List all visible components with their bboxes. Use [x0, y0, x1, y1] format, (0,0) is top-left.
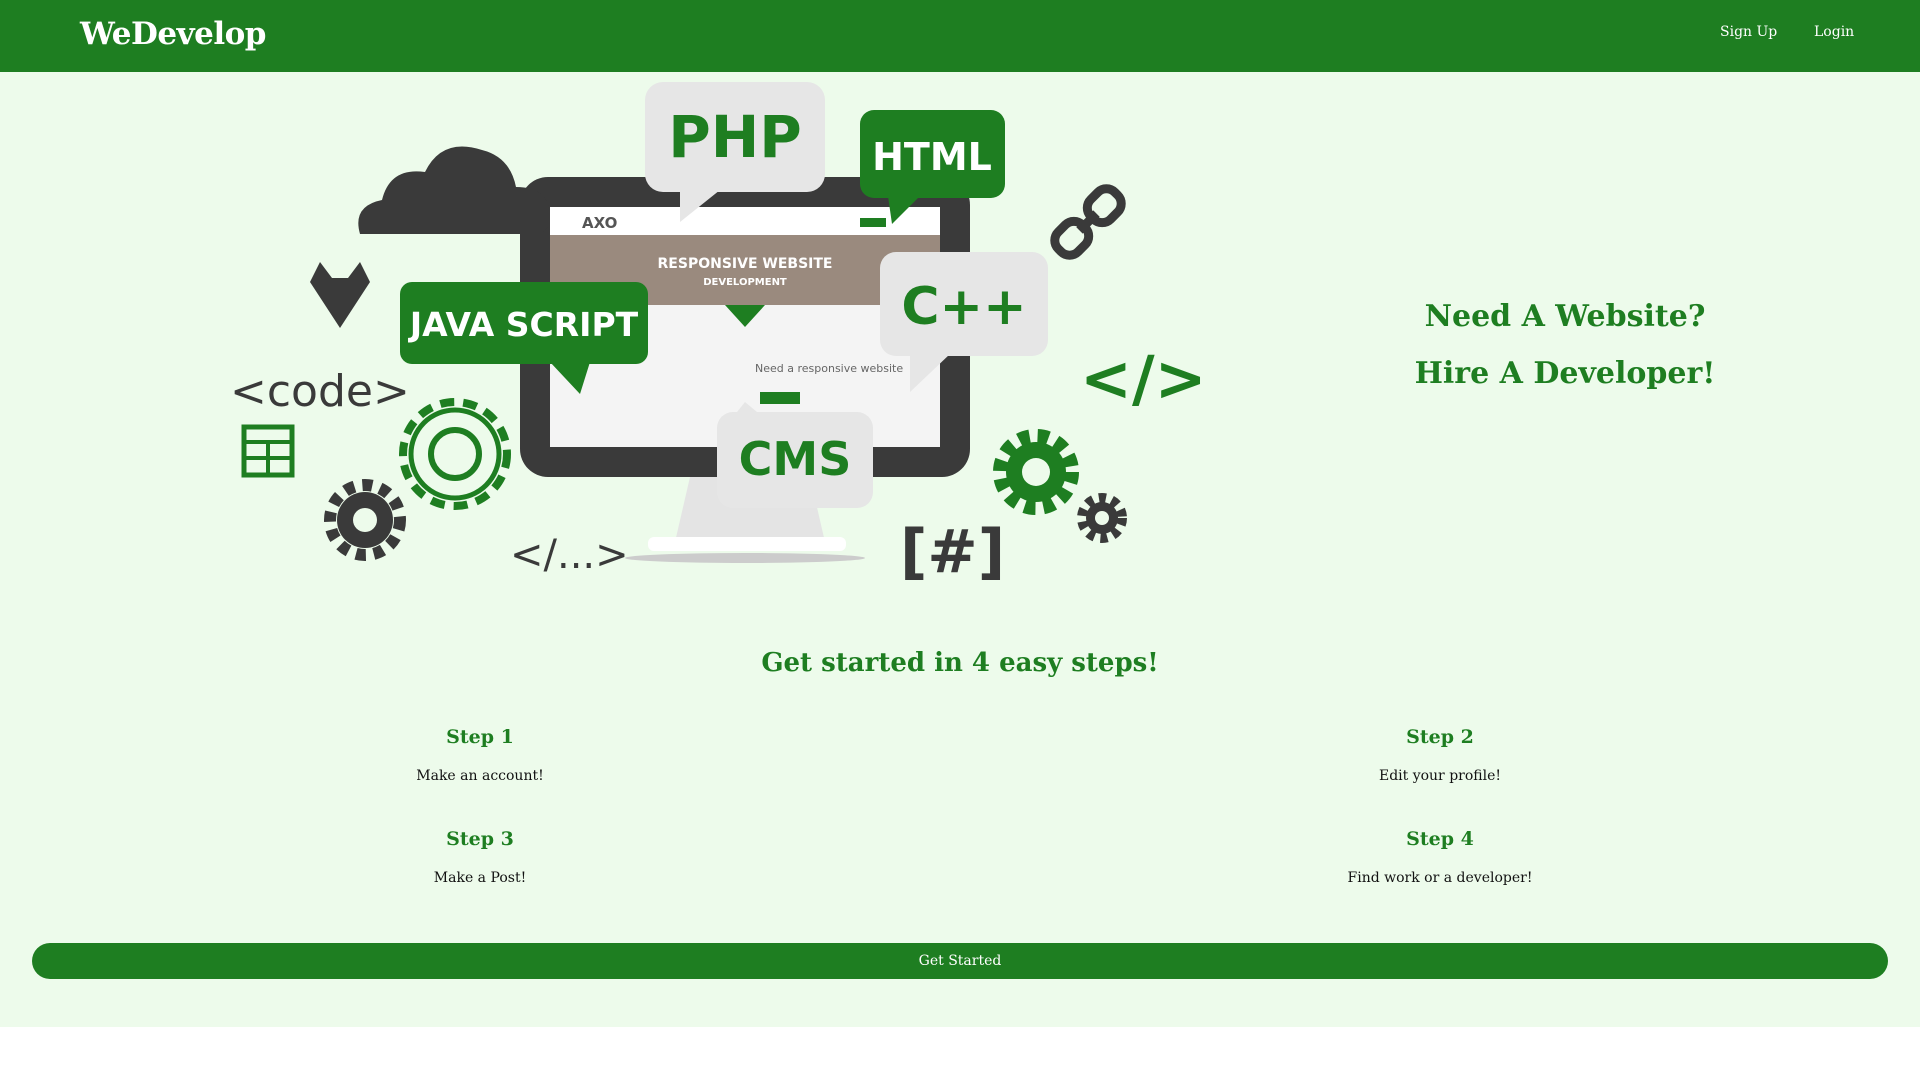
gear-icon-green: [993, 429, 1079, 515]
step-4: Step 4 Find work or a developer!: [1190, 828, 1690, 886]
step-description: Find work or a developer!: [1347, 870, 1533, 886]
screen-body-text: Need a responsive website: [755, 362, 903, 375]
screen-logo: AXO: [582, 214, 617, 232]
gear-outline-icon: [399, 398, 511, 510]
svg-text:CMS: CMS: [739, 432, 852, 486]
hero-heading: Need A Website? Hire A Developer!: [1300, 288, 1830, 402]
cloud-icon: [358, 146, 550, 234]
ellipsis-tag-label: </...>: [510, 532, 629, 578]
hero-heading-line2: Hire A Developer!: [1414, 356, 1716, 391]
steps-heading: Get started in 4 easy steps!: [761, 648, 1159, 678]
login-link[interactable]: Login: [1814, 24, 1854, 40]
gear-icon: [324, 479, 406, 561]
hash-label: [#]: [900, 517, 1005, 587]
step-title: Step 4: [1406, 828, 1474, 850]
step-title: Step 2: [1406, 726, 1474, 748]
layout-icon: [241, 424, 295, 478]
svg-text:PHP: PHP: [668, 103, 802, 171]
cms-bubble: CMS: [717, 402, 873, 508]
close-tag-label: </>: [1080, 342, 1207, 415]
code-tag-label: <code>: [230, 366, 410, 417]
screen-subtitle: DEVELOPMENT: [703, 277, 787, 288]
step-title: Step 1: [446, 726, 514, 748]
svg-text:HTML: HTML: [872, 135, 992, 179]
svg-text:JAVA SCRIPT: JAVA SCRIPT: [408, 305, 639, 344]
step-description: Edit your profile!: [1378, 768, 1502, 784]
sign-up-link[interactable]: Sign Up: [1720, 24, 1777, 40]
main-content: AXO RESPONSIVE WEBSITE DEVELOPMENT Need …: [0, 72, 1920, 1027]
get-started-button[interactable]: Get Started: [32, 943, 1888, 979]
gitlab-icon: [310, 262, 370, 328]
svg-text:C++: C++: [901, 277, 1026, 337]
step-3: Step 3 Make a Post!: [230, 828, 730, 886]
step-title: Step 3: [446, 828, 514, 850]
screen-title: RESPONSIVE WEBSITE: [658, 256, 833, 272]
hero-heading-line1: Need A Website?: [1424, 299, 1706, 334]
step-description: Make an account!: [416, 768, 544, 784]
brand-logo[interactable]: WeDevelop: [80, 16, 266, 52]
navbar: WeDevelop Sign Up Login: [0, 0, 1920, 72]
hero-illustration: AXO RESPONSIVE WEBSITE DEVELOPMENT Need …: [230, 82, 1207, 587]
chain-link-icon: [1050, 184, 1126, 260]
step-2: Step 2 Edit your profile!: [1190, 726, 1690, 784]
step-description: Make a Post!: [433, 870, 527, 886]
gear-icon-small: [1077, 493, 1127, 543]
step-1: Step 1 Make an account!: [230, 726, 730, 784]
